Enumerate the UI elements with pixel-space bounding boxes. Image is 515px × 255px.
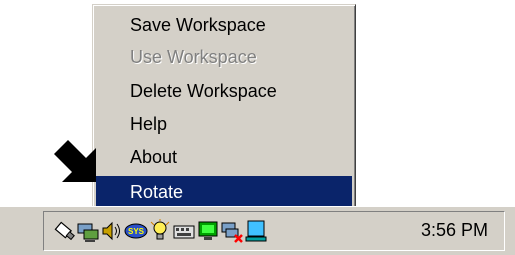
- usb-drive-icon[interactable]: [52, 218, 76, 244]
- menu-item-help[interactable]: Help: [96, 108, 352, 140]
- menu-item-save-workspace[interactable]: Save Workspace: [96, 9, 352, 41]
- network-disconnected-icon[interactable]: [220, 218, 244, 244]
- sys-icon[interactable]: SYS: [124, 218, 148, 244]
- svg-text:SYS: SYS: [128, 227, 145, 236]
- keyboard-icon[interactable]: [172, 218, 196, 244]
- menu-item-use-workspace: Use Workspace: [130, 47, 257, 67]
- menu-item-rotate[interactable]: Rotate: [96, 176, 352, 208]
- monitor-icon[interactable]: [196, 218, 220, 244]
- display-icon[interactable]: [244, 218, 268, 244]
- arrow-pointer-icon: [54, 140, 96, 182]
- volume-icon[interactable]: [100, 218, 124, 244]
- lightbulb-icon[interactable]: [148, 218, 172, 244]
- taskbar: SYS 3:56 PM: [0, 206, 515, 255]
- menu-item-delete-workspace[interactable]: Delete Workspace: [96, 75, 352, 107]
- menu-item-about[interactable]: About: [96, 141, 352, 173]
- system-tray: SYS 3:56 PM: [43, 211, 505, 251]
- network-icon[interactable]: [76, 218, 100, 244]
- clock[interactable]: 3:56 PM: [421, 220, 488, 241]
- context-menu: Save Workspace Use Workspace Delete Work…: [92, 4, 356, 214]
